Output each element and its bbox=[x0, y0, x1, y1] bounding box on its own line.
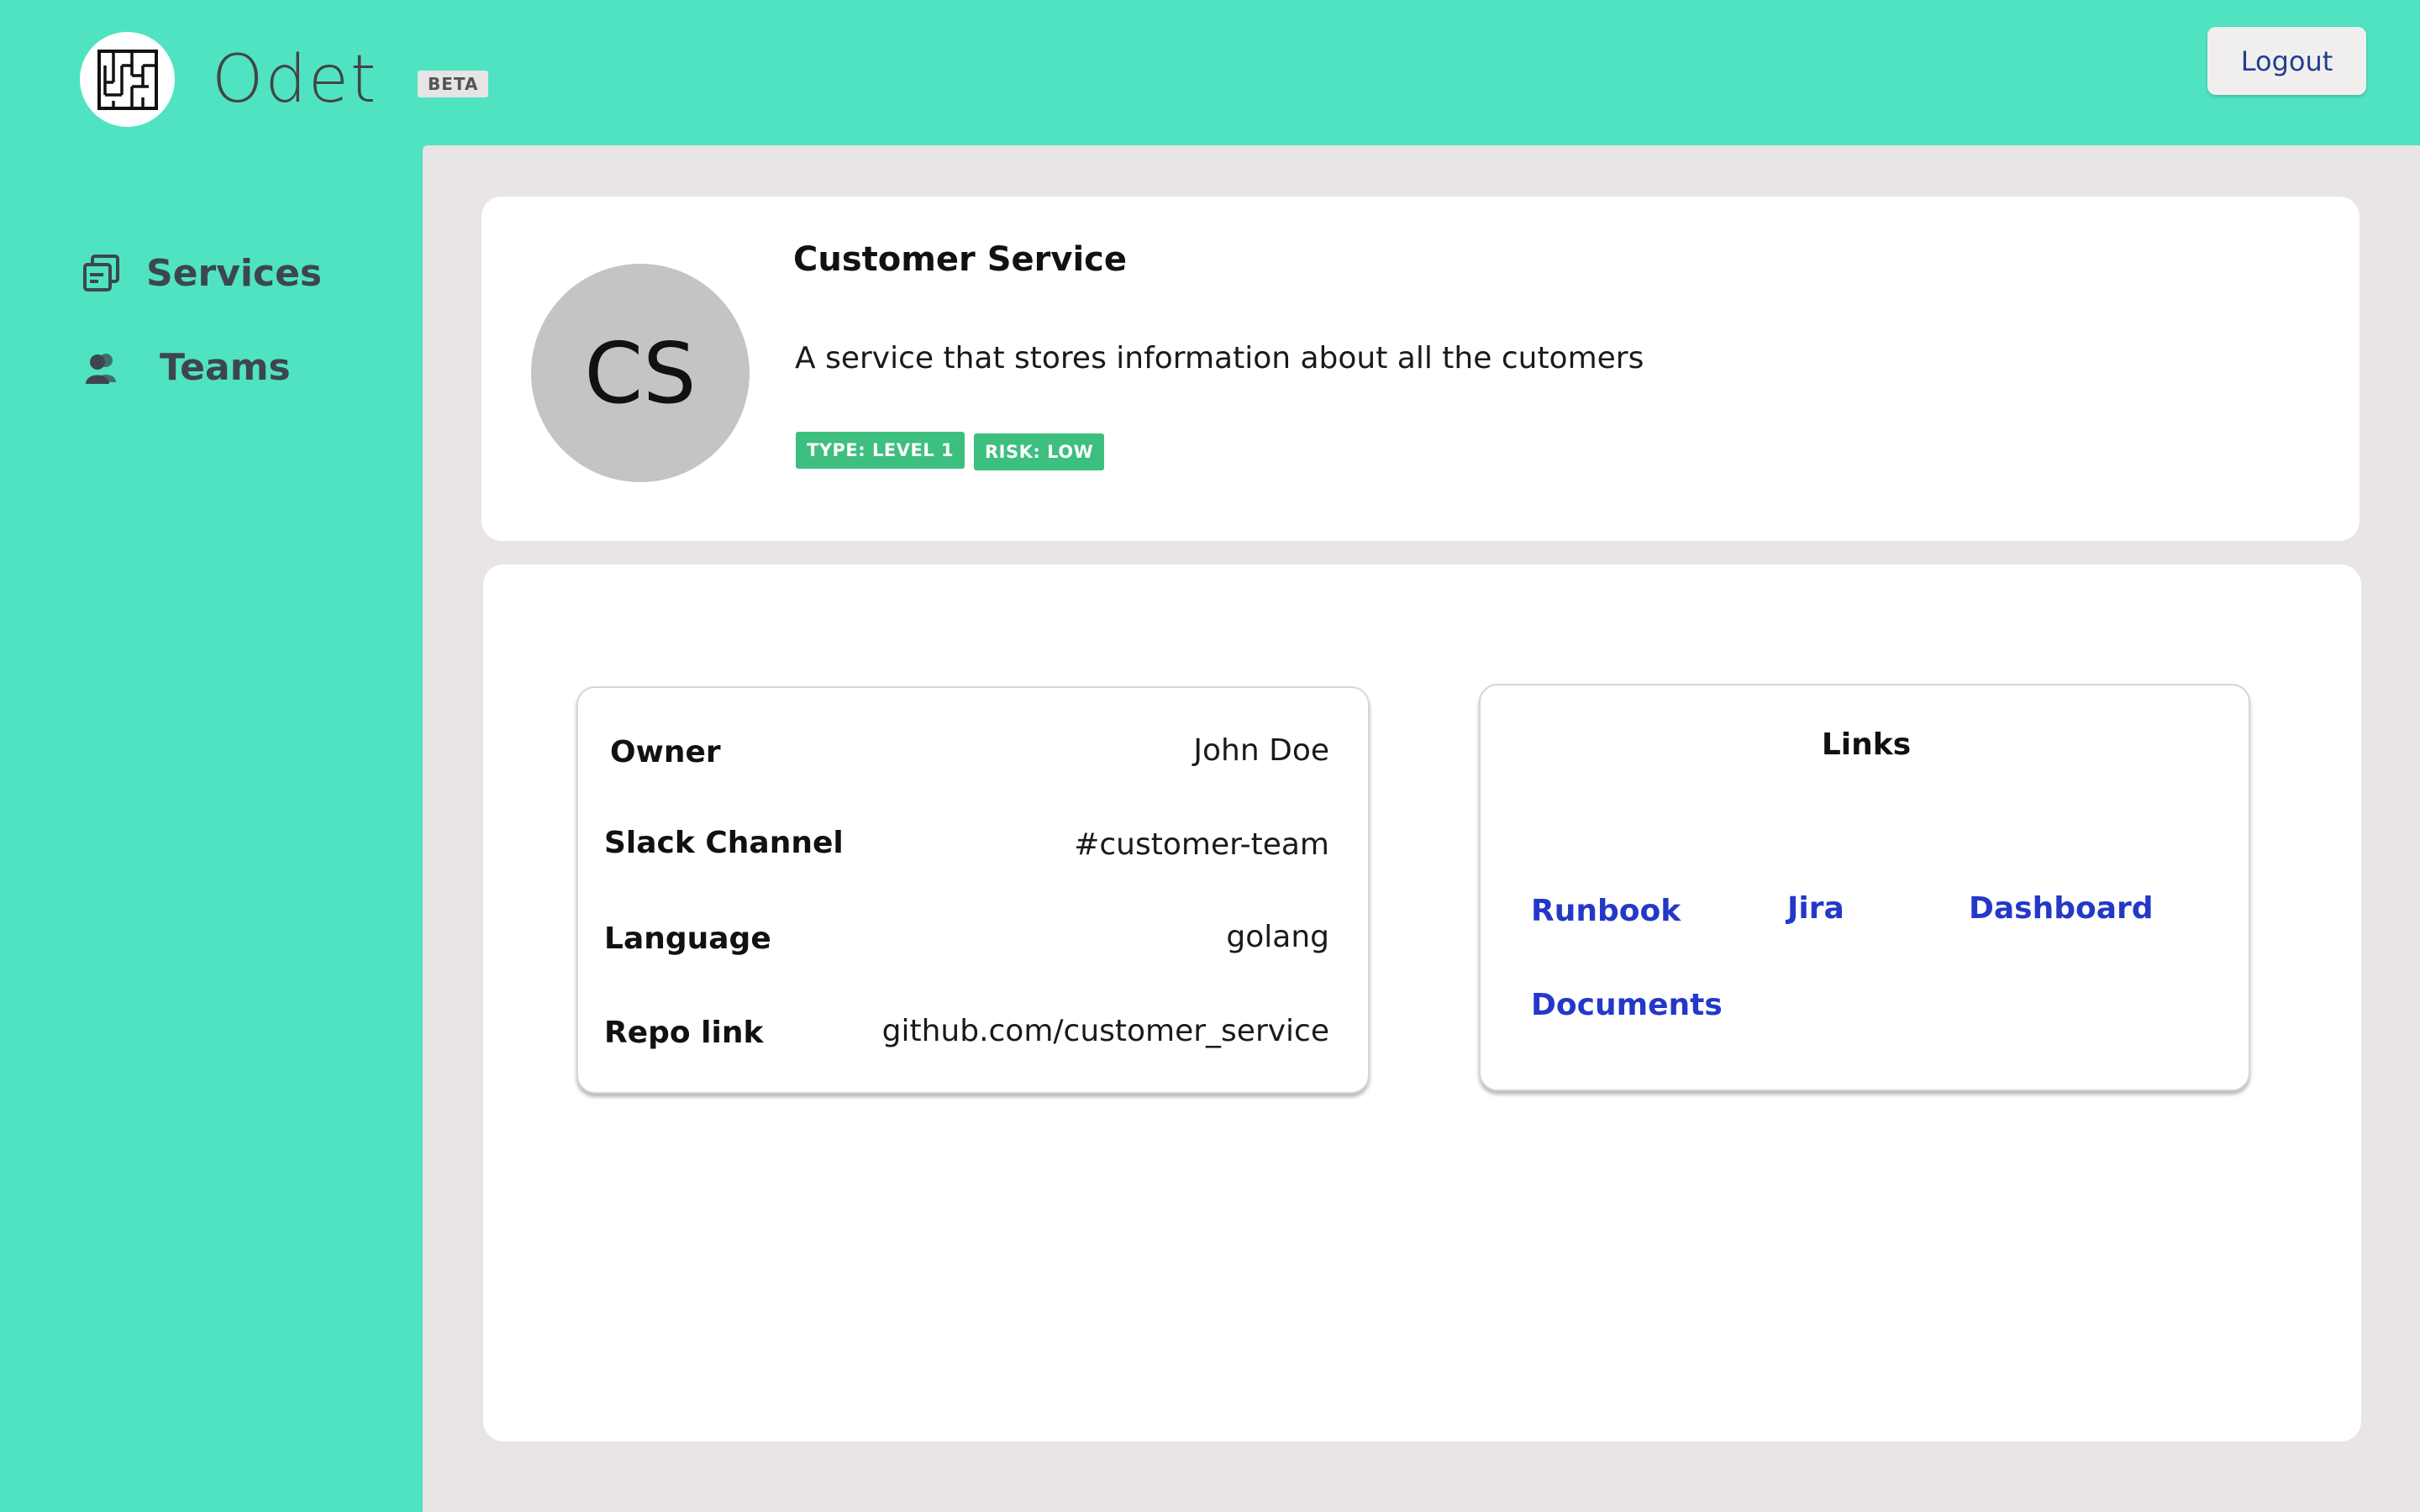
documents-link[interactable]: Documents bbox=[1531, 988, 1723, 1022]
sidebar-item-teams[interactable]: Teams bbox=[82, 346, 291, 389]
detail-value: golang bbox=[1226, 920, 1329, 954]
service-title: Customer Service bbox=[793, 240, 1127, 279]
app-root: Odet BETA Logout Services Teams CS Custo… bbox=[0, 0, 2420, 1512]
detail-label: Slack Channel bbox=[604, 826, 844, 860]
sidebar-item-services[interactable]: Services bbox=[82, 252, 322, 295]
risk-badge: RISK: LOW bbox=[974, 433, 1105, 470]
detail-row-slack: Slack Channel #customer-team bbox=[578, 821, 1371, 871]
logout-button[interactable]: Logout bbox=[2207, 27, 2366, 95]
service-avatar: CS bbox=[531, 264, 750, 482]
service-description: A service that stores information about … bbox=[795, 341, 1644, 375]
maze-logo-icon bbox=[97, 49, 158, 110]
type-badge: TYPE: LEVEL 1 bbox=[796, 432, 965, 469]
jira-link[interactable]: Jira bbox=[1787, 891, 1844, 926]
detail-value: John Doe bbox=[1193, 733, 1329, 768]
detail-label: Repo link bbox=[604, 1016, 764, 1050]
sidebar-item-label: Teams bbox=[160, 346, 291, 389]
detail-value[interactable]: #customer-team bbox=[1074, 827, 1329, 862]
services-icon bbox=[82, 254, 121, 293]
logo[interactable] bbox=[80, 32, 175, 127]
service-details-card: Owner John Doe Slack Channel #customer-t… bbox=[576, 686, 1370, 1094]
detail-row-language: Language golang bbox=[578, 916, 1371, 967]
links-card: Links Runbook Jira Dashboard Documents bbox=[1479, 684, 2250, 1091]
runbook-link[interactable]: Runbook bbox=[1531, 894, 1681, 928]
detail-row-owner: Owner John Doe bbox=[578, 730, 1371, 780]
links-title: Links bbox=[1821, 727, 1912, 762]
dashboard-link[interactable]: Dashboard bbox=[1969, 891, 2154, 926]
sidebar-item-label: Services bbox=[146, 252, 323, 295]
detail-label: Owner bbox=[610, 735, 721, 769]
repo-link[interactable]: github.com/customer_service bbox=[882, 1014, 1329, 1048]
beta-badge: BETA bbox=[418, 71, 489, 97]
detail-label: Language bbox=[604, 921, 771, 956]
app-name: Odet bbox=[212, 42, 378, 118]
detail-row-repo: Repo link github.com/customer_service bbox=[578, 1011, 1371, 1061]
teams-icon bbox=[82, 349, 121, 387]
